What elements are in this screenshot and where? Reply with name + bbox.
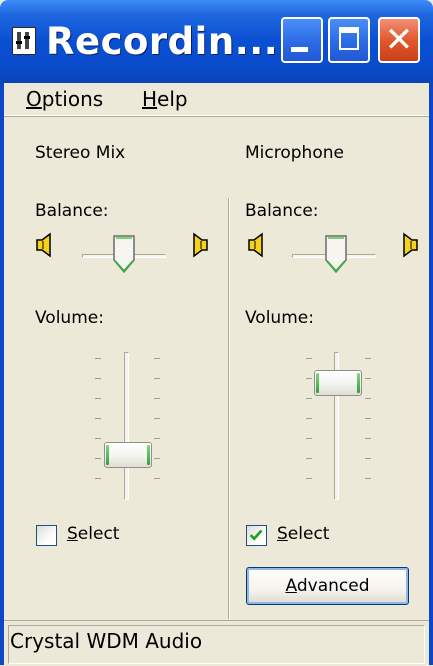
status-text: Crystal WDM Audio: [10, 629, 203, 653]
status-bar: Crystal WDM Audio: [4, 620, 429, 666]
minimize-button[interactable]: [281, 17, 323, 63]
channel-name-microphone: Microphone: [245, 143, 344, 163]
volume-ticks-right-stereo-mix: [154, 352, 162, 500]
speaker-left-icon: [36, 232, 51, 258]
speaker-right-icon: [193, 232, 208, 258]
volume-ticks-left-stereo-mix: [95, 352, 103, 500]
select-label-microphone[interactable]: Select: [277, 524, 329, 544]
maximize-icon: [339, 27, 359, 50]
maximize-button[interactable]: [328, 17, 370, 63]
select-text-stereo-mix: elect: [77, 524, 120, 544]
balance-slider-stereo-mix[interactable]: [112, 234, 136, 274]
select-accel-stereo-mix: S: [67, 524, 78, 544]
menu-help[interactable]: Help: [142, 83, 188, 115]
column-divider-highlight: [229, 198, 230, 619]
select-checkbox-microphone[interactable]: [246, 525, 267, 546]
select-label-stereo-mix[interactable]: Select: [67, 524, 119, 544]
volume-slider-stereo-mix[interactable]: [104, 442, 152, 468]
speaker-right-icon: [403, 232, 418, 258]
minimize-icon: [291, 47, 308, 52]
window-frame-right: [429, 83, 433, 665]
volume-control-app-icon[interactable]: [12, 27, 36, 55]
select-text-microphone: elect: [287, 524, 330, 544]
advanced-accel: A: [285, 576, 297, 596]
advanced-button[interactable]: Advanced: [246, 567, 409, 605]
channel-name-stereo-mix: Stereo Mix: [35, 143, 126, 163]
window-frame-left: [0, 83, 4, 665]
menu-options-accel: O: [26, 87, 42, 111]
advanced-text: dvanced: [296, 576, 370, 596]
select-accel-microphone: S: [277, 524, 288, 544]
volume-track-stereo-mix: [124, 352, 129, 500]
volume-ticks-right-microphone: [365, 352, 373, 500]
menu-help-accel: H: [142, 87, 158, 111]
window-title: Recordin...: [46, 20, 279, 63]
volume-ticks-left-microphone: [306, 352, 314, 500]
balance-slider-microphone[interactable]: [324, 234, 348, 274]
speaker-left-icon: [248, 232, 263, 258]
volume-slider-microphone[interactable]: [314, 370, 362, 396]
balance-label-stereo-mix: Balance:: [35, 201, 109, 221]
volume-label-microphone: Volume:: [245, 308, 314, 328]
menu-help-label: elp: [157, 87, 188, 111]
volume-label-stereo-mix: Volume:: [35, 308, 104, 328]
title-bar[interactable]: Recordin... ✕: [0, 0, 433, 83]
menu-options[interactable]: Options: [26, 83, 103, 115]
close-button[interactable]: ✕: [378, 17, 420, 63]
select-checkbox-stereo-mix[interactable]: [36, 525, 57, 546]
menu-options-label: ptions: [41, 87, 104, 111]
menu-bar: Options Help: [4, 83, 429, 116]
menu-separator: [4, 116, 429, 117]
checkmark-icon: [249, 529, 263, 541]
close-icon: ✕: [384, 20, 414, 60]
balance-label-microphone: Balance:: [245, 201, 319, 221]
